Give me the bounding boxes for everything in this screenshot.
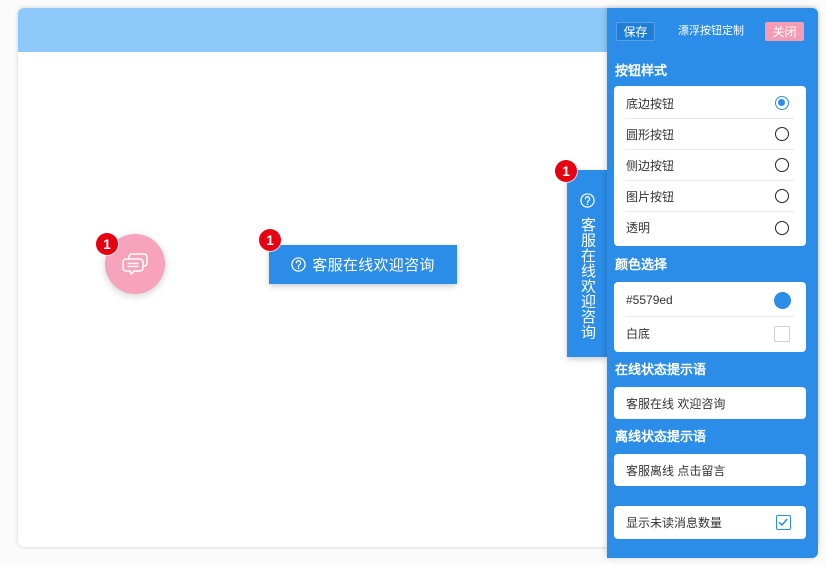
- option-label: 显示未读消息数量: [626, 516, 723, 530]
- option-label: 透明: [626, 221, 651, 235]
- radio-button[interactable]: [775, 189, 789, 203]
- unread-badge: 1: [555, 160, 577, 182]
- color-option-primary[interactable]: #5579ed: [626, 284, 794, 317]
- chat-icon: [120, 252, 150, 276]
- close-button[interactable]: 关闭: [765, 22, 804, 41]
- option-label: 白底: [626, 327, 651, 341]
- color-value-label: #5579ed: [626, 293, 673, 307]
- unread-badge: 1: [259, 229, 281, 251]
- option-label: 圆形按钮: [626, 127, 675, 142]
- unread-count-checkbox[interactable]: [776, 515, 791, 530]
- radio-button[interactable]: [775, 158, 789, 172]
- unread-count-card: 显示未读消息数量: [614, 506, 806, 539]
- radio-button[interactable]: [775, 127, 789, 141]
- radio-button[interactable]: [775, 220, 789, 235]
- side-button-label: 客服在线欢迎咨询: [579, 217, 596, 340]
- color-swatch[interactable]: [774, 291, 791, 309]
- online-tip-input[interactable]: [614, 387, 806, 419]
- side-float-button[interactable]: 客服在线欢迎咨询: [567, 170, 607, 357]
- unread-badge: 1: [96, 233, 118, 255]
- style-option-circle[interactable]: 圆形按钮: [626, 119, 794, 150]
- color-options: #5579ed 白底: [614, 282, 806, 352]
- checkmark-icon: [778, 518, 788, 527]
- white-bg-checkbox[interactable]: [774, 325, 790, 342]
- style-option-transparent[interactable]: 透明: [626, 212, 794, 243]
- button-style-options: 底边按钮 圆形按钮 侧边按钮 图片按钮 透明: [614, 86, 806, 246]
- section-label-offline-tip: 离线状态提示语: [615, 429, 707, 444]
- bottom-float-button[interactable]: 客服在线欢迎咨询: [269, 245, 457, 284]
- panel-title: 漂浮按钮定制: [678, 25, 744, 37]
- unread-count-toggle[interactable]: 显示未读消息数量: [626, 506, 794, 539]
- section-label-color: 颜色选择: [615, 257, 668, 272]
- save-button[interactable]: 保存: [616, 22, 655, 41]
- question-icon: [291, 257, 306, 272]
- section-label-online-tip: 在线状态提示语: [615, 362, 707, 377]
- option-label: 侧边按钮: [626, 158, 675, 173]
- style-option-bottom[interactable]: 底边按钮: [626, 88, 794, 119]
- style-option-side[interactable]: 侧边按钮: [626, 150, 794, 181]
- color-option-white[interactable]: 白底: [626, 317, 794, 350]
- radio-button[interactable]: [775, 96, 789, 110]
- offline-tip-input[interactable]: [614, 454, 806, 486]
- customize-panel: 保存 漂浮按钮定制 关闭 按钮样式 底边按钮 圆形按钮 侧边按钮 图片按钮 透明…: [607, 8, 818, 558]
- question-icon: [579, 192, 595, 208]
- option-label: 底边按钮: [626, 96, 675, 111]
- style-option-image[interactable]: 图片按钮: [626, 181, 794, 212]
- option-label: 图片按钮: [626, 189, 675, 204]
- section-label-button-style: 按钮样式: [615, 63, 668, 78]
- bottom-button-label: 客服在线欢迎咨询: [312, 257, 435, 274]
